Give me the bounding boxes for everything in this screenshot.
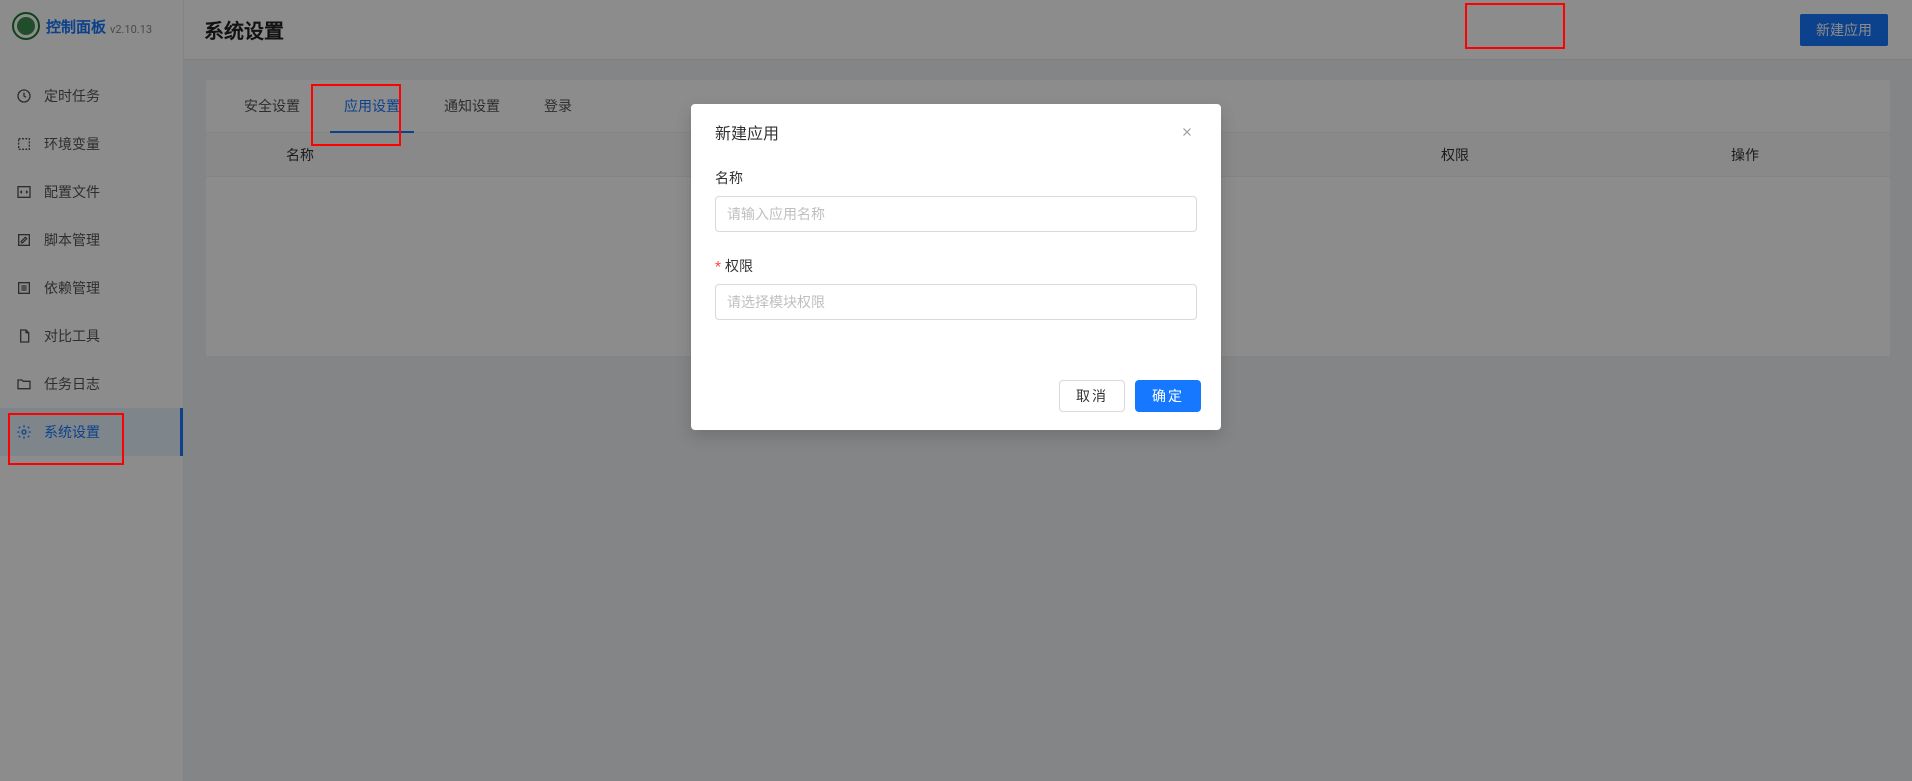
name-label: 名称 (715, 168, 1197, 188)
cancel-button[interactable]: 取消 (1059, 380, 1125, 412)
modal-header: 新建应用 (691, 104, 1221, 160)
required-mark: * (715, 259, 721, 275)
modal-body: 名称 *权限 请选择模块权限 (691, 160, 1221, 368)
modal-new-app: 新建应用 名称 *权限 请选择模块权限 取消 确定 (691, 104, 1221, 430)
modal-close-button[interactable] (1177, 122, 1197, 142)
perm-label: *权限 (715, 256, 1197, 276)
name-input[interactable] (715, 196, 1197, 232)
form-item-perm: *权限 请选择模块权限 (715, 256, 1197, 320)
modal-title: 新建应用 (715, 120, 779, 144)
close-icon (1180, 125, 1194, 139)
form-item-name: 名称 (715, 168, 1197, 232)
modal-footer: 取消 确定 (691, 368, 1221, 430)
perm-select[interactable]: 请选择模块权限 (715, 284, 1197, 320)
confirm-button[interactable]: 确定 (1135, 380, 1201, 412)
